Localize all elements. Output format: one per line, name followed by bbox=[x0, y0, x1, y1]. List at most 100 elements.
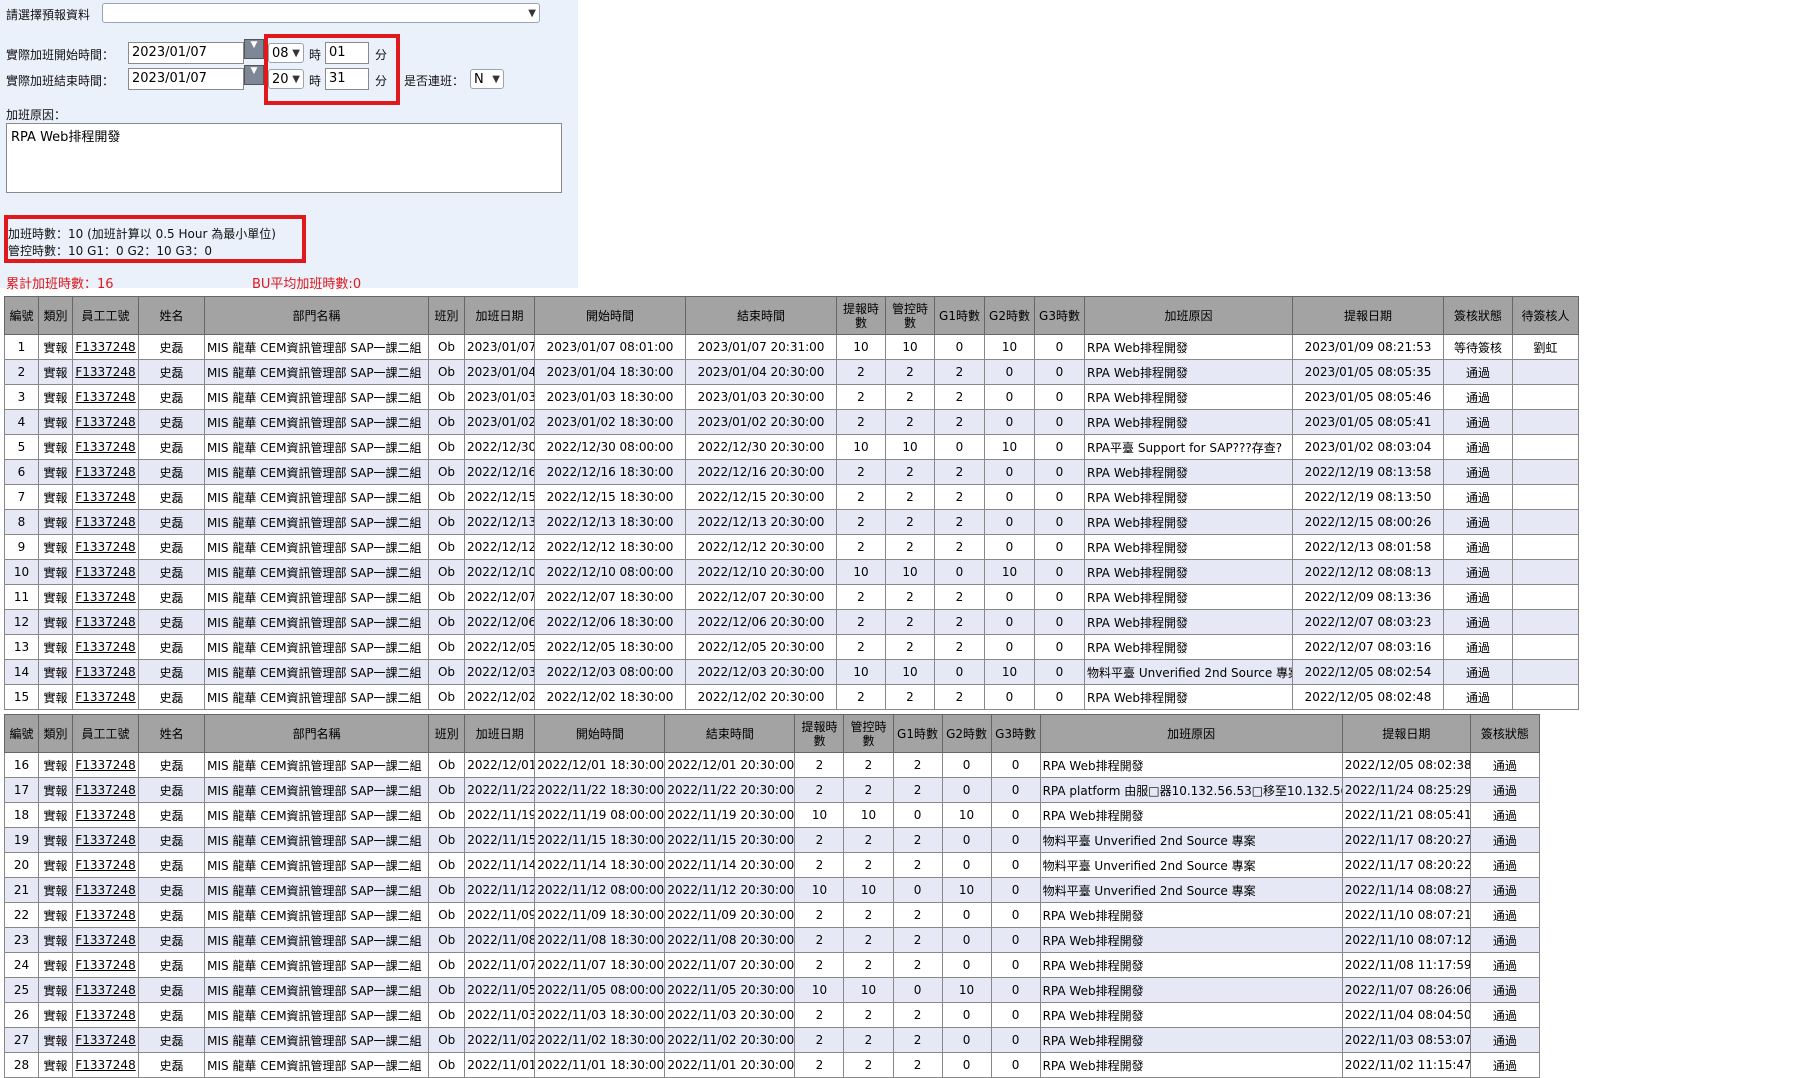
table-cell: 通過 bbox=[1443, 484, 1513, 510]
reason-textarea[interactable]: RPA Web排程開發 bbox=[6, 123, 562, 193]
table-row: 17 實報 F1337248 史磊 MIS 龍華 CEM資訊管理部 SAP一課二組 Ob 2… bbox=[3, 777, 1541, 803]
table-cell: 2022/12/07 bbox=[464, 584, 535, 610]
employee-id-link[interactable]: F1337248 bbox=[75, 665, 135, 679]
employee-id-link[interactable]: F1337248 bbox=[75, 415, 135, 429]
employee-id-cell: F1337248 bbox=[72, 684, 139, 710]
table-header-row: 編號 類別 員工工號 姓名 部門名稱 班別 加班日期 開始時間 結束時間 提報時數 管控時數 G1時數… bbox=[3, 714, 1541, 753]
employee-id-link[interactable]: F1337248 bbox=[75, 440, 135, 454]
table-cell: 2022/12/13 18:30:00 bbox=[534, 509, 686, 535]
employee-id-link[interactable]: F1337248 bbox=[75, 615, 135, 629]
employee-id-link[interactable]: F1337248 bbox=[75, 540, 135, 554]
employee-id-link[interactable]: F1337248 bbox=[75, 958, 135, 972]
employee-id-link[interactable]: F1337248 bbox=[75, 365, 135, 379]
table-cell: 史磊 bbox=[138, 752, 206, 778]
table-cell: Ob bbox=[428, 584, 465, 610]
table-cell: 史磊 bbox=[138, 927, 206, 953]
table-cell: 物料平臺 Unverified 2nd Source 專案 bbox=[1084, 659, 1293, 685]
table-cell: 通過 bbox=[1469, 952, 1541, 978]
table-cell: Ob bbox=[428, 334, 465, 360]
table-cell: 2 bbox=[885, 509, 935, 535]
employee-id-cell: F1337248 bbox=[72, 509, 139, 535]
table-cell: 2023/01/02 bbox=[464, 409, 535, 435]
table-cell: 17 bbox=[3, 777, 40, 803]
column-header: 加班日期 bbox=[464, 714, 536, 753]
employee-id-link[interactable]: F1337248 bbox=[75, 1008, 135, 1022]
table-cell: 2 bbox=[934, 384, 985, 410]
table-cell: 通過 bbox=[1443, 409, 1513, 435]
table-cell: 實報 bbox=[38, 484, 73, 510]
table-cell: 2022/11/05 08:00:00 bbox=[534, 977, 666, 1003]
table-cell: Ob bbox=[428, 409, 465, 435]
table-cell: 實報 bbox=[38, 1052, 74, 1078]
table-cell: 實報 bbox=[38, 634, 73, 660]
table-cell: Ob bbox=[428, 434, 465, 460]
employee-id-link[interactable]: F1337248 bbox=[75, 908, 135, 922]
table-cell: 0 bbox=[990, 1052, 1041, 1078]
table-cell: 史磊 bbox=[138, 434, 205, 460]
employee-id-link[interactable]: F1337248 bbox=[75, 833, 135, 847]
employee-id-link[interactable]: F1337248 bbox=[75, 690, 135, 704]
table-cell: MIS 龍華 CEM資訊管理部 SAP一課二組 bbox=[204, 1002, 430, 1028]
table-cell: 2022/11/02 18:30:00 bbox=[534, 1027, 666, 1053]
table-row: 2 實報 F1337248 史磊 MIS 龍華 CEM資訊管理部 SAP一課二組 Ob 20… bbox=[4, 359, 1579, 385]
table-cell: 2022/11/01 20:30:00 bbox=[664, 1052, 796, 1078]
employee-id-cell: F1337248 bbox=[72, 752, 140, 778]
employee-id-link[interactable]: F1337248 bbox=[75, 465, 135, 479]
table-cell: RPA Web排程開發 bbox=[1084, 609, 1293, 635]
table-cell: 2 bbox=[885, 584, 935, 610]
end-calendar-button[interactable]: ▼ bbox=[244, 65, 264, 85]
table-cell: 2022/11/12 08:00:00 bbox=[534, 877, 666, 903]
table-cell: RPA Web排程開發 bbox=[1084, 334, 1293, 360]
employee-id-link[interactable]: F1337248 bbox=[75, 758, 135, 772]
table-cell: 史磊 bbox=[138, 359, 205, 385]
table-cell: 2022/11/19 bbox=[464, 802, 536, 828]
report-select[interactable]: ▼ bbox=[102, 3, 540, 23]
employee-id-link[interactable]: F1337248 bbox=[75, 1033, 135, 1047]
employee-id-link[interactable]: F1337248 bbox=[75, 983, 135, 997]
employee-id-link[interactable]: F1337248 bbox=[75, 783, 135, 797]
employee-id-link[interactable]: F1337248 bbox=[75, 808, 135, 822]
table-cell: 25 bbox=[3, 977, 40, 1003]
table-cell: 0 bbox=[1034, 359, 1085, 385]
table-row: 5 實報 F1337248 史磊 MIS 龍華 CEM資訊管理部 SAP一課二組 Ob 20… bbox=[4, 434, 1579, 460]
table-cell: 2 bbox=[843, 827, 894, 853]
table-cell: Ob bbox=[428, 902, 466, 928]
start-calendar-button[interactable]: ▼ bbox=[244, 39, 264, 59]
chevron-down-icon: ▼ bbox=[492, 74, 500, 85]
employee-id-link[interactable]: F1337248 bbox=[75, 933, 135, 947]
consecutive-shift-select[interactable]: N ▼ bbox=[470, 69, 504, 89]
table-cell: 24 bbox=[3, 952, 40, 978]
employee-id-link[interactable]: F1337248 bbox=[75, 640, 135, 654]
table-cell: 2022/11/15 bbox=[464, 827, 536, 853]
table-cell: 實報 bbox=[38, 584, 73, 610]
end-date-input[interactable]: 2023/01/07 bbox=[128, 68, 244, 90]
table-cell: 2022/11/14 08:08:27 bbox=[1341, 877, 1471, 903]
table-cell: 2 bbox=[892, 1052, 943, 1078]
employee-id-link[interactable]: F1337248 bbox=[75, 883, 135, 897]
table-cell: 2 bbox=[934, 459, 985, 485]
table-cell: 0 bbox=[1034, 459, 1085, 485]
employee-id-link[interactable]: F1337248 bbox=[75, 490, 135, 504]
column-header: 提報日期 bbox=[1292, 296, 1444, 335]
employee-id-link[interactable]: F1337248 bbox=[75, 858, 135, 872]
table-cell: MIS 龍華 CEM資訊管理部 SAP一課二組 bbox=[204, 334, 429, 360]
employee-id-cell: F1337248 bbox=[72, 827, 140, 853]
employee-id-link[interactable]: F1337248 bbox=[75, 565, 135, 579]
employee-id-link[interactable]: F1337248 bbox=[75, 1058, 135, 1072]
employee-id-cell: F1337248 bbox=[72, 359, 139, 385]
table-cell: 物料平臺 Unverified 2nd Source 專案 bbox=[1039, 827, 1343, 853]
table-cell: 2022/11/14 18:30:00 bbox=[534, 852, 666, 878]
table-cell: 28 bbox=[3, 1052, 40, 1078]
calendar-icon: ▼ bbox=[250, 40, 258, 50]
table-cell: Ob bbox=[428, 359, 465, 385]
table-cell: 7 bbox=[4, 484, 39, 510]
consecutive-shift-label: 是否連班： bbox=[404, 74, 465, 88]
table-row: 6 實報 F1337248 史磊 MIS 龍華 CEM資訊管理部 SAP一課二組 Ob 20… bbox=[4, 459, 1579, 485]
start-date-input[interactable]: 2023/01/07 bbox=[128, 42, 244, 64]
employee-id-link[interactable]: F1337248 bbox=[75, 340, 135, 354]
table-cell: 0 bbox=[1034, 334, 1085, 360]
employee-id-link[interactable]: F1337248 bbox=[75, 515, 135, 529]
employee-id-link[interactable]: F1337248 bbox=[75, 590, 135, 604]
employee-id-link[interactable]: F1337248 bbox=[75, 390, 135, 404]
table-cell: 10 bbox=[885, 334, 935, 360]
